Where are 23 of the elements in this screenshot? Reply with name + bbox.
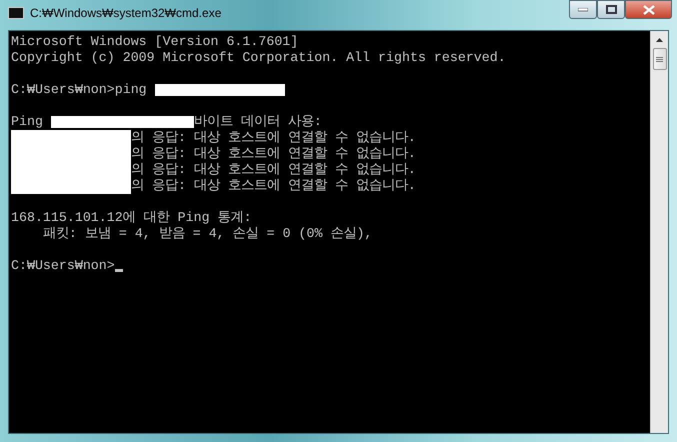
maximize-icon [606, 5, 616, 14]
console-line: 패킷: 보냄 = 4, 받음 = 4, 손실 = 0 (0% 손실), [42, 226, 372, 242]
minimize-icon [578, 8, 588, 12]
minimize-button[interactable] [569, 0, 597, 19]
console-line: 의 응답: 대상 호스트에 연결할 수 없습니다. [131, 178, 416, 194]
console-line: Microsoft Windows [Version 6.1.7601] [11, 34, 298, 50]
console-line: C:₩Users₩non> [11, 258, 115, 274]
scroll-thumb[interactable] [652, 48, 666, 70]
console-line: 의 응답: 대상 호스트에 연결할 수 없습니다. [131, 130, 416, 146]
scrollbar[interactable] [650, 31, 668, 433]
maximize-button[interactable] [597, 0, 625, 19]
close-icon [642, 4, 654, 14]
console-line: Ping [11, 114, 44, 130]
console-app-icon [8, 7, 24, 19]
console-line: 의 응답: 대상 호스트에 연결할 수 없습니다. [131, 162, 416, 178]
console-line: 의 응답: 대상 호스트에 연결할 수 없습니다. [131, 146, 416, 162]
console-line: Copyright (c) 2009 Microsoft Corporation. All rights reserved. [11, 50, 506, 66]
console-line: 168.115.101.12에 대한 Ping 통계: [11, 210, 252, 226]
close-button[interactable] [625, 0, 672, 19]
window-title: C:₩Windows₩system32₩cmd.exe [30, 6, 222, 20]
text-cursor [114, 269, 123, 272]
console-line: 바이트 데이터 사용: [194, 114, 322, 130]
console-line: C:₩Users₩non>ping [11, 82, 148, 98]
